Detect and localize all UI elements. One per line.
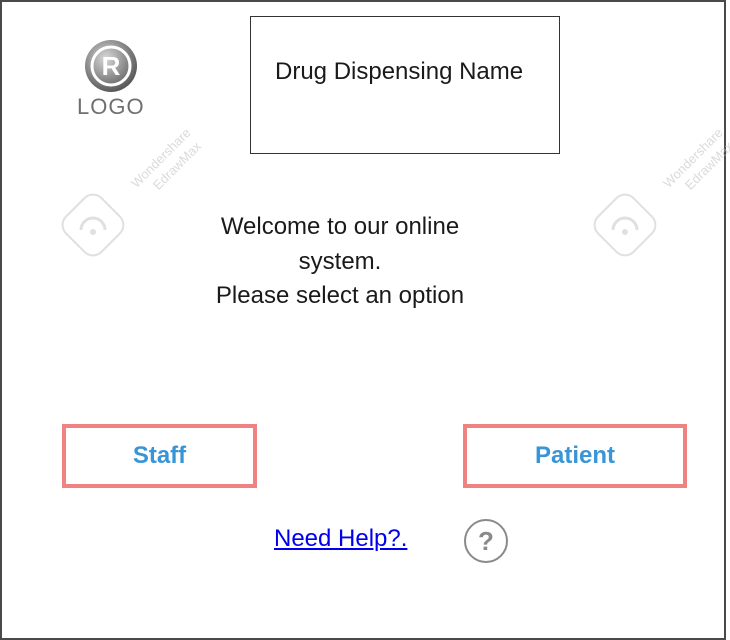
edrawmax-logo-icon	[593, 193, 657, 257]
question-circle-icon[interactable]: ?	[464, 519, 508, 563]
logo: R LOGO	[77, 38, 177, 128]
need-help-link[interactable]: Need Help?.	[274, 525, 407, 553]
welcome-line: Please select an option	[215, 282, 465, 310]
edrawmax-logo-icon	[61, 193, 125, 257]
welcome-line: Welcome to our online	[220, 213, 460, 240]
svg-text:R: R	[102, 51, 121, 81]
welcome-message: Welcome to our online system. Please sel…	[140, 210, 540, 314]
app-title-box: Drug Dispensing Name	[250, 16, 560, 154]
registered-mark-icon: R	[85, 40, 137, 92]
patient-button[interactable]: Patient	[463, 424, 687, 488]
welcome-line: system.	[298, 247, 382, 275]
logo-text: LOGO	[77, 94, 145, 119]
app-title: Drug Dispensing Name	[275, 58, 524, 85]
staff-button[interactable]: Staff	[62, 424, 257, 488]
